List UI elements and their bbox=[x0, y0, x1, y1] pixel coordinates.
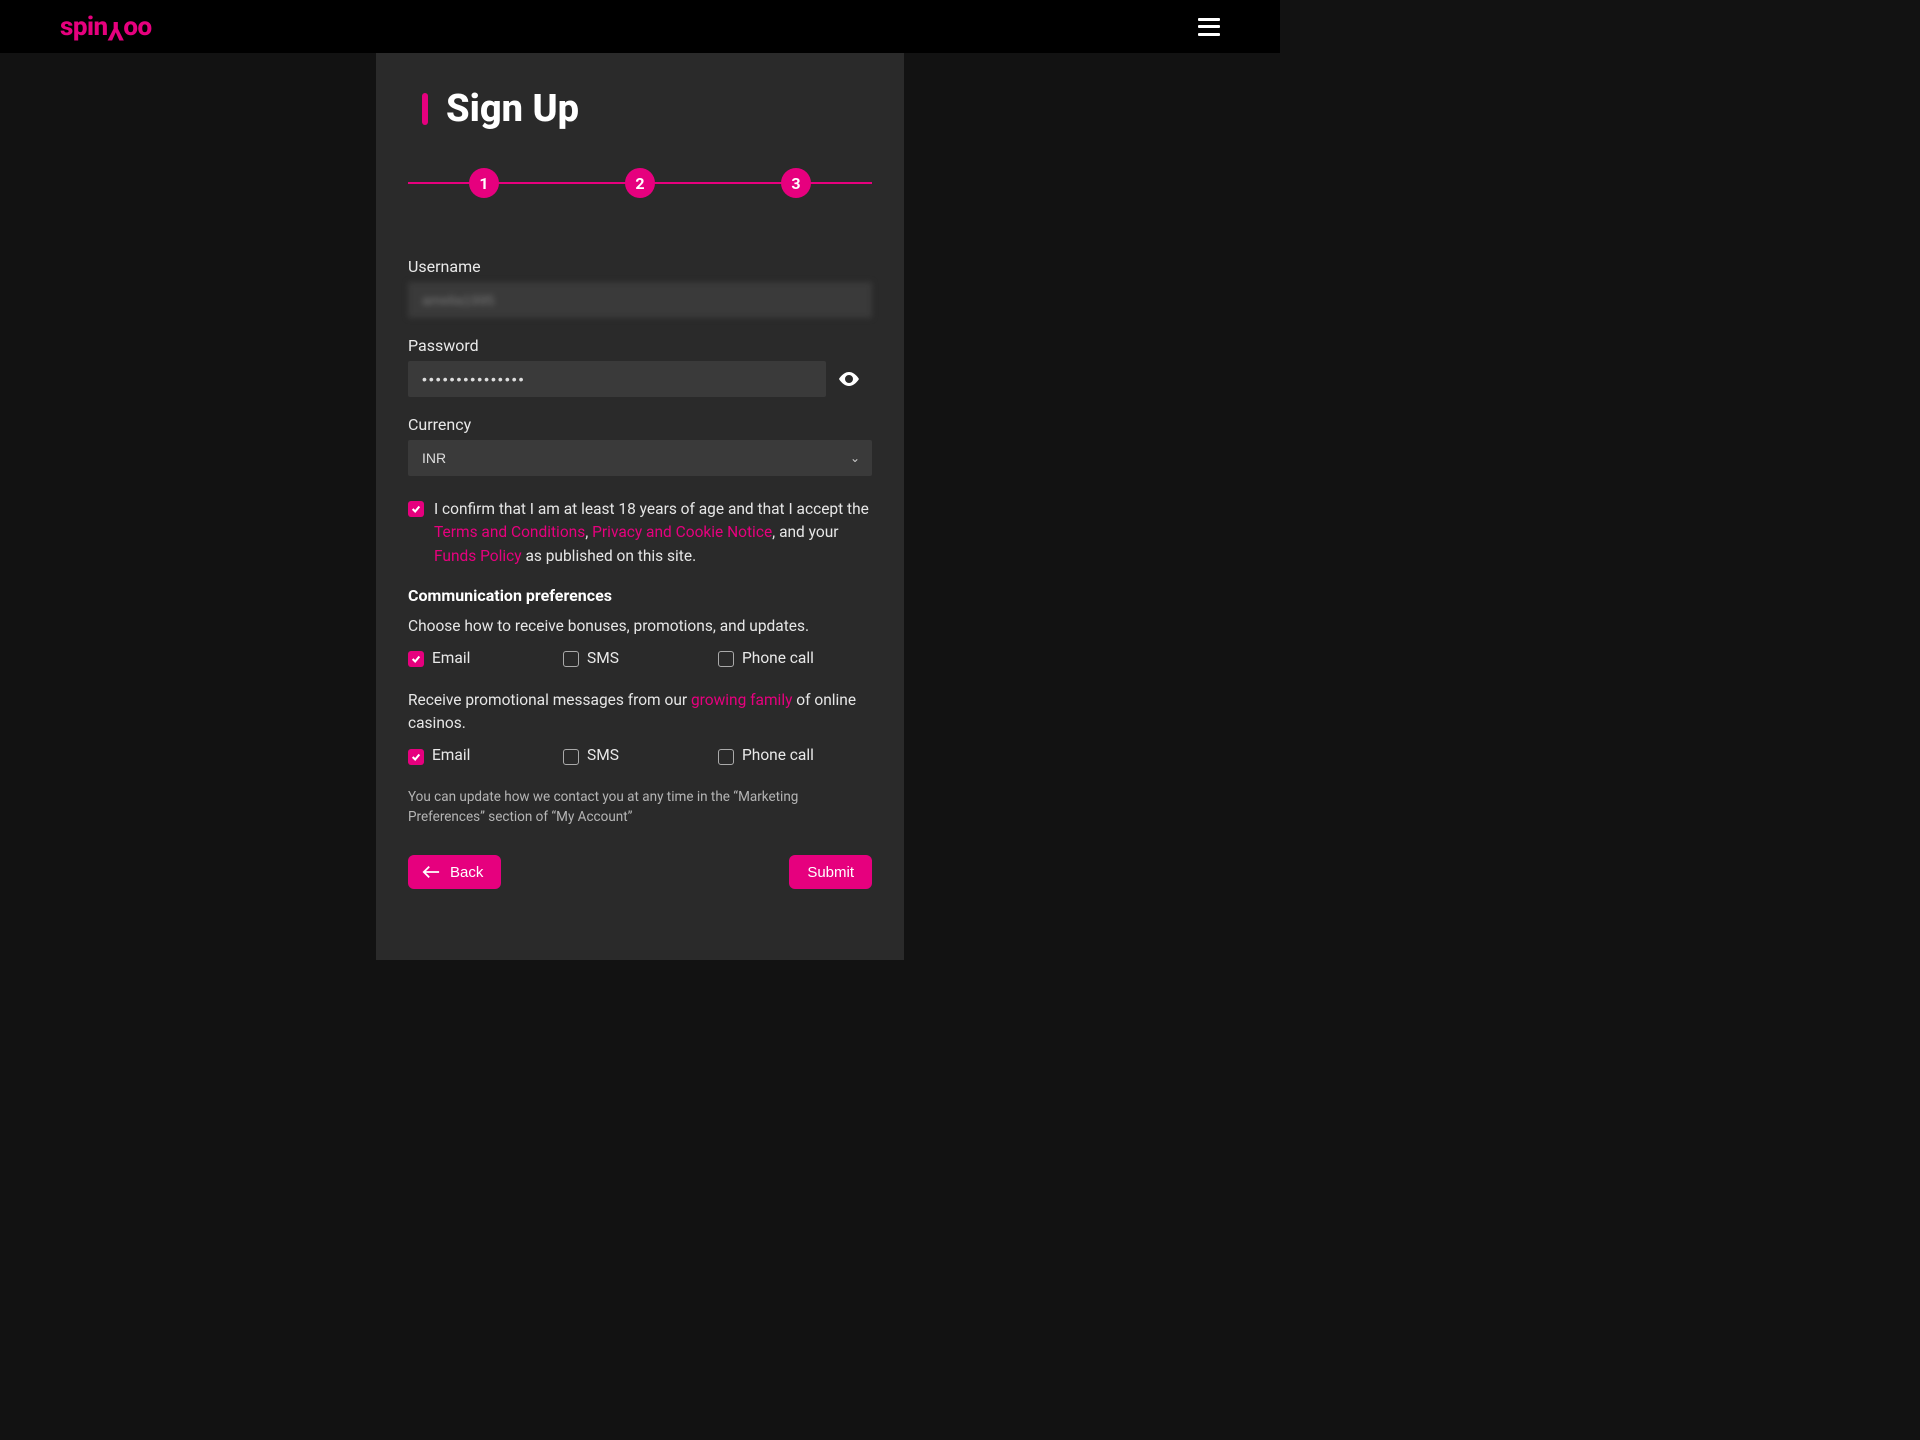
growing-family-link[interactable]: growing family bbox=[691, 691, 792, 709]
signup-panel: Sign Up 1 2 3 Username Password Currency… bbox=[376, 53, 904, 960]
page-title: Sign Up bbox=[446, 87, 579, 131]
comm2-phone-label: Phone call bbox=[742, 746, 814, 764]
comm2-sms-label: SMS bbox=[587, 746, 619, 764]
comm1-phone-checkbox[interactable] bbox=[718, 651, 734, 667]
comm-sub-2: Receive promotional messages from our gr… bbox=[408, 689, 872, 736]
title-accent-bar bbox=[422, 93, 428, 125]
step-2[interactable]: 2 bbox=[625, 168, 655, 198]
comm-row-1: Email SMS Phone call bbox=[408, 648, 872, 667]
username-group: Username bbox=[408, 257, 872, 318]
menu-icon[interactable] bbox=[1198, 18, 1220, 36]
comm1-email-label: Email bbox=[432, 649, 470, 667]
terms-link[interactable]: Terms and Conditions bbox=[434, 523, 585, 541]
arrow-left-icon bbox=[422, 865, 440, 879]
panel-title-row: Sign Up bbox=[408, 87, 872, 131]
comm-row-2: Email SMS Phone call bbox=[408, 746, 872, 765]
back-button[interactable]: Back bbox=[408, 855, 501, 889]
funds-link[interactable]: Funds Policy bbox=[434, 547, 522, 565]
submit-button[interactable]: Submit bbox=[789, 855, 872, 889]
stepper: 1 2 3 bbox=[408, 167, 872, 199]
comm-heading: Communication preferences bbox=[408, 586, 872, 605]
step-3[interactable]: 3 bbox=[781, 168, 811, 198]
brand-logo[interactable]: spinYoo bbox=[60, 12, 152, 42]
eye-icon[interactable] bbox=[826, 367, 872, 391]
comm2-email-label: Email bbox=[432, 746, 470, 764]
comm1-sms-label: SMS bbox=[587, 649, 619, 667]
age-consent-checkbox[interactable] bbox=[408, 501, 424, 517]
password-label: Password bbox=[408, 336, 872, 355]
currency-group: Currency INR ⌄ bbox=[408, 415, 872, 476]
username-label: Username bbox=[408, 257, 872, 276]
comm1-phone-label: Phone call bbox=[742, 649, 814, 667]
comm2-email-checkbox[interactable] bbox=[408, 749, 424, 765]
comm2-sms-checkbox[interactable] bbox=[563, 749, 579, 765]
currency-select[interactable]: INR bbox=[408, 440, 872, 476]
username-input[interactable] bbox=[408, 282, 872, 318]
comm2-phone-checkbox[interactable] bbox=[718, 749, 734, 765]
age-consent-text: I confirm that I am at least 18 years of… bbox=[434, 498, 872, 568]
currency-label: Currency bbox=[408, 415, 872, 434]
age-consent-row: I confirm that I am at least 18 years of… bbox=[408, 498, 872, 568]
app-header: spinYoo bbox=[0, 0, 1280, 53]
comm1-sms-checkbox[interactable] bbox=[563, 651, 579, 667]
password-group: Password bbox=[408, 336, 872, 397]
action-row: Back Submit bbox=[408, 855, 872, 889]
password-input[interactable] bbox=[408, 361, 826, 397]
privacy-link[interactable]: Privacy and Cookie Notice bbox=[592, 523, 772, 541]
comm1-email-checkbox[interactable] bbox=[408, 651, 424, 667]
marketing-fineprint: You can update how we contact you at any… bbox=[408, 787, 872, 828]
comm-sub-1: Choose how to receive bonuses, promotion… bbox=[408, 615, 872, 638]
step-1[interactable]: 1 bbox=[469, 168, 499, 198]
